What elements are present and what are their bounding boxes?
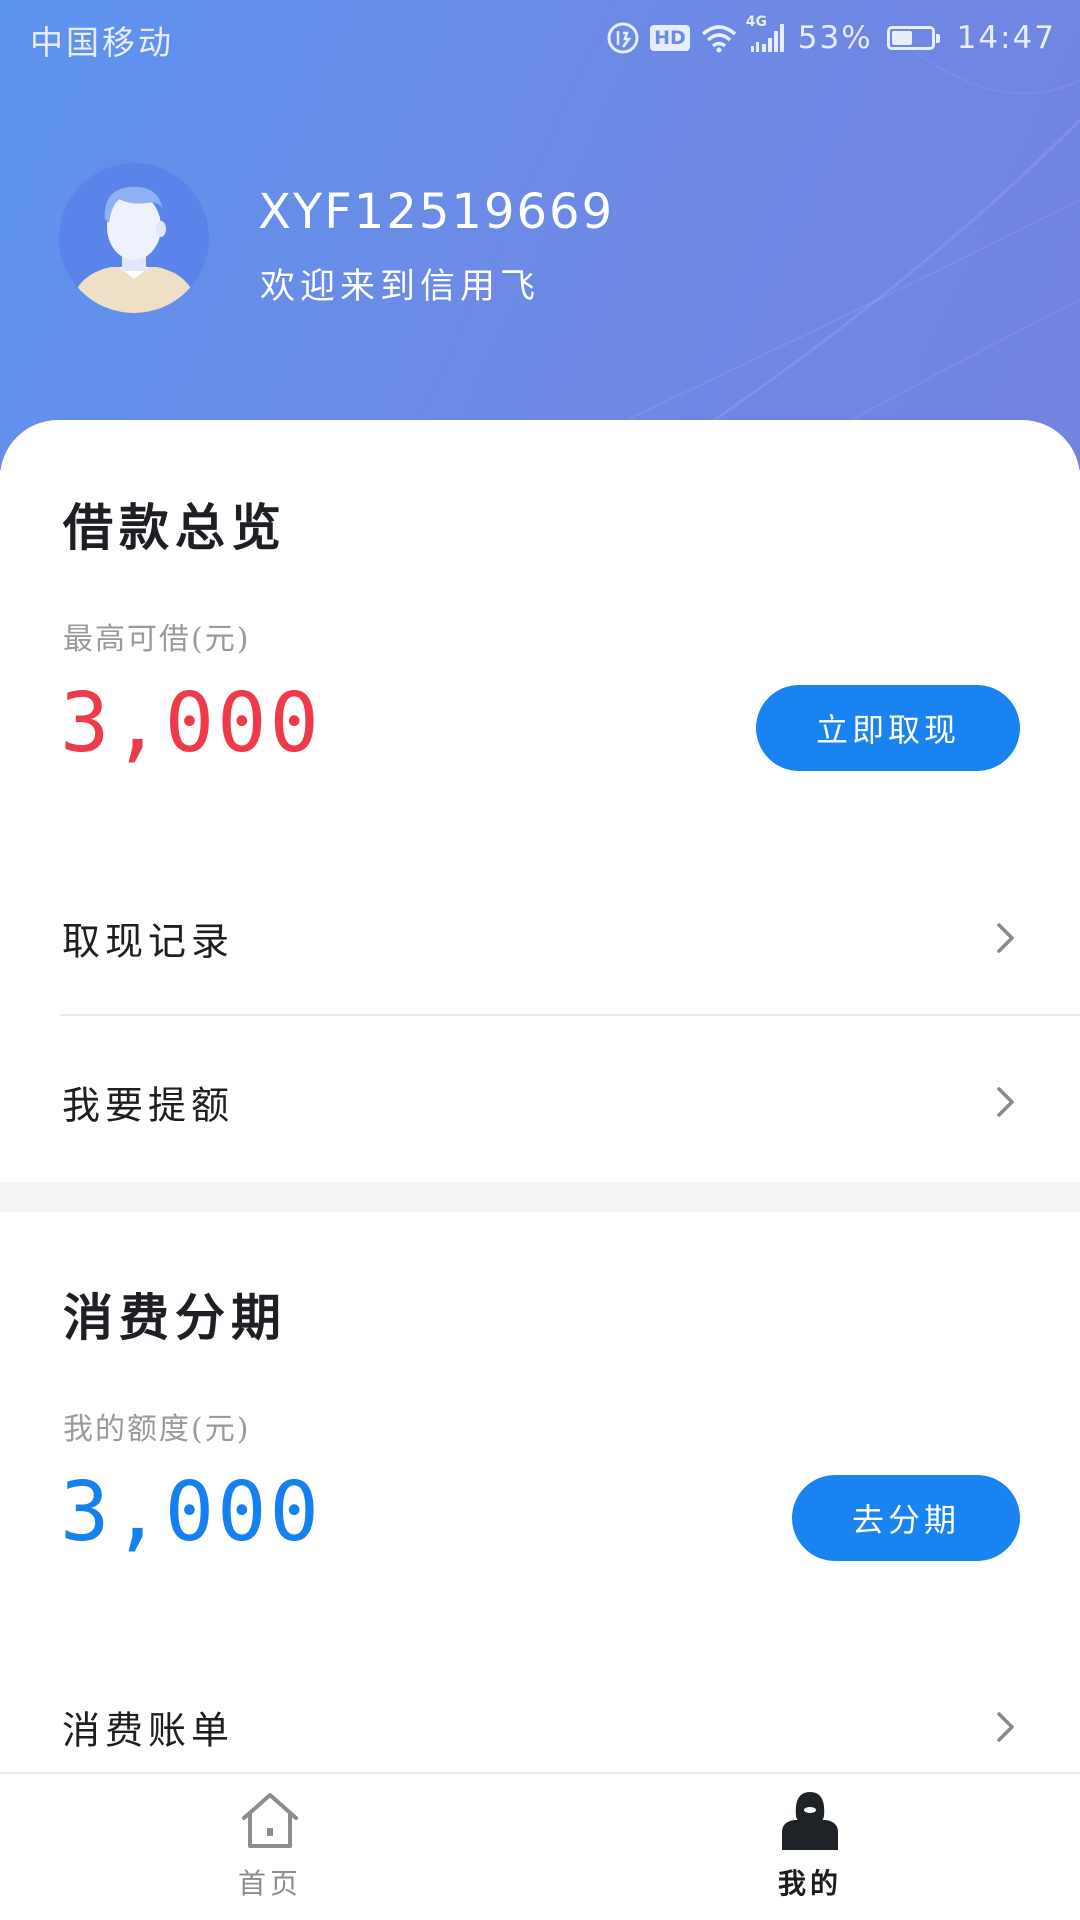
- max-borrow-label: 最高可借(元): [63, 622, 251, 657]
- battery-percent: 53%: [797, 20, 873, 56]
- tab-home-label: 首页: [237, 1867, 302, 1900]
- username: XYF12519669: [258, 184, 615, 240]
- hd-badge: HD: [650, 25, 690, 51]
- chevron-right-icon: [997, 923, 1014, 953]
- network-type: 4G: [745, 14, 767, 30]
- list-item-consumption-bill[interactable]: 消费账单: [0, 1672, 1080, 1772]
- installment-title: 消费分期: [63, 1288, 287, 1347]
- list-item-label: 消费账单: [62, 1708, 235, 1753]
- list-item-label: 我要提额: [62, 1083, 235, 1128]
- list-item-raise-limit[interactable]: 我要提额: [0, 1047, 1080, 1157]
- my-quota-label: 我的额度(元): [63, 1412, 251, 1447]
- tab-home[interactable]: 首页: [0, 1774, 540, 1920]
- battery-icon: [886, 26, 940, 50]
- divider: [60, 1014, 1080, 1016]
- main-card: 借款总览 最高可借(元) 3,000 立即取现 取现记录 我要提额 消费分期 我…: [0, 420, 1080, 1772]
- status-icons: HD 4G 53% 14:47: [596, 14, 1056, 60]
- welcome-text: 欢迎来到信用飞: [260, 267, 541, 307]
- loan-overview-title: 借款总览: [63, 498, 287, 557]
- profile-header: 中国移动 HD 4G 53% 14:47 XYF12519669 欢迎来到信用飞: [0, 0, 1080, 470]
- list-item-label: 取现记录: [62, 919, 235, 964]
- withdraw-now-button[interactable]: 立即取现: [756, 685, 1020, 771]
- go-installment-button[interactable]: 去分期: [792, 1475, 1020, 1561]
- list-item-withdraw-records[interactable]: 取现记录: [0, 883, 1080, 993]
- user-icon: [782, 1792, 838, 1850]
- signal-icon: 4G: [746, 14, 788, 54]
- chevron-right-icon: [997, 1087, 1014, 1117]
- avatar[interactable]: [59, 163, 209, 313]
- status-bar: 中国移动 HD 4G 53% 14:47: [0, 0, 1080, 76]
- tab-mine[interactable]: 我的: [540, 1774, 1080, 1920]
- bottom-tab-bar: 首页 我的: [0, 1772, 1080, 1920]
- max-borrow-amount: 3,000: [60, 676, 322, 771]
- volte-icon: [606, 21, 640, 55]
- clock: 14:47: [956, 20, 1056, 56]
- my-quota-amount: 3,000: [60, 1465, 322, 1560]
- avatar-person-icon: [69, 186, 199, 313]
- carrier-name: 中国移动: [30, 23, 174, 62]
- tab-mine-label: 我的: [777, 1867, 842, 1900]
- chevron-right-icon: [997, 1712, 1014, 1742]
- wifi-icon: [700, 23, 738, 53]
- section-separator: [0, 1182, 1080, 1212]
- home-icon: [242, 1793, 298, 1848]
